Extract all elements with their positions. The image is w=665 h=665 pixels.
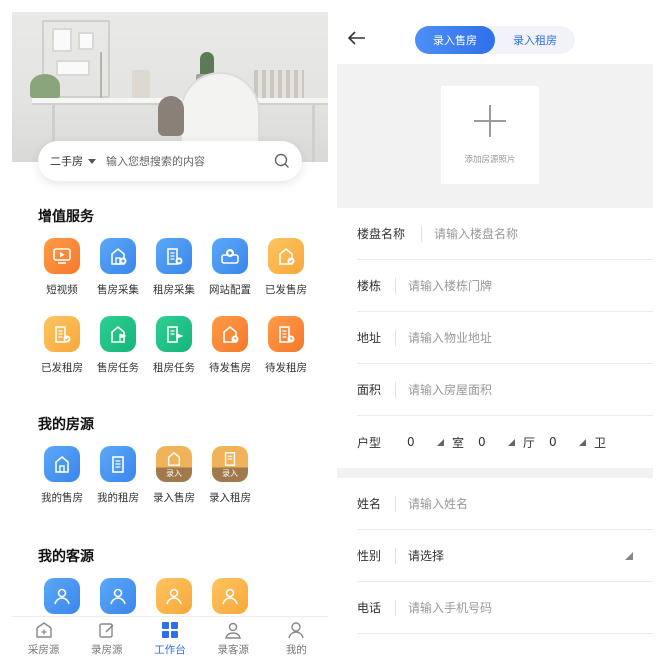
- house-check-icon: [268, 238, 304, 274]
- back-arrow-icon[interactable]: [347, 30, 367, 46]
- house-add-icon: [100, 238, 136, 274]
- service-rent-collect[interactable]: 租房采集: [146, 238, 202, 316]
- tab-collect-listings[interactable]: 采房源: [12, 617, 75, 660]
- section-divider: [337, 468, 653, 478]
- tab-enter-listings[interactable]: 录房源: [75, 617, 138, 660]
- dropdown-triangle-icon: [625, 551, 633, 560]
- baths-select[interactable]: 0 卫: [549, 434, 606, 451]
- top-bar: 录入售房 录入租房: [337, 12, 653, 64]
- dropdown-triangle-icon: [508, 438, 515, 446]
- plus-icon: [474, 105, 506, 137]
- search-type-select[interactable]: 二手房: [50, 153, 106, 169]
- grid-icon: [162, 621, 178, 638]
- listing-my-rent[interactable]: 我的租房: [90, 446, 146, 524]
- service-short-video[interactable]: 短视频: [34, 238, 90, 316]
- area-input[interactable]: 请输入房屋面积: [408, 381, 492, 398]
- address-row: 地址 请输入物业地址: [357, 312, 653, 364]
- dropdown-triangle-icon: [437, 438, 444, 446]
- tab-entry-rent[interactable]: 录入租房: [495, 26, 575, 54]
- house-clock-icon: [212, 316, 248, 352]
- gender-select[interactable]: 请选择: [408, 547, 444, 564]
- listing-entry-sale[interactable]: 录入 录入售房: [146, 446, 202, 524]
- house-flag-icon: [100, 316, 136, 352]
- house-entry-icon: 录入: [156, 446, 192, 482]
- client-user-icon: [44, 578, 80, 614]
- section-title-my-listings: 我的房源: [38, 417, 94, 433]
- building-icon: [100, 446, 136, 482]
- phone-row: 电话 请输入手机号码: [357, 582, 653, 634]
- building-entry-icon: 录入: [212, 446, 248, 482]
- service-rent-task[interactable]: 租房任务: [146, 316, 202, 394]
- estate-name-input[interactable]: 请输入楼盘名称: [434, 225, 518, 242]
- add-photo-button[interactable]: 添加房源照片: [441, 86, 539, 184]
- tab-entry-sale[interactable]: 录入售房: [415, 26, 495, 54]
- client-user-icon: [212, 578, 248, 614]
- photo-area: 添加房源照片: [337, 64, 653, 208]
- halls-select[interactable]: 0 厅: [478, 434, 549, 451]
- listing-type-switch: 录入售房 录入租房: [415, 26, 575, 54]
- phone-input[interactable]: 请输入手机号码: [408, 599, 492, 616]
- house-plus-icon: [35, 621, 52, 638]
- service-pending-rent[interactable]: 待发租房: [258, 316, 314, 394]
- building-input[interactable]: 请输入楼栋门牌: [408, 277, 492, 294]
- client-user-icon: [156, 578, 192, 614]
- bottom-tabbar: 采房源 录房源 工作台 录客源 我的: [12, 616, 328, 660]
- gear-icon: [212, 238, 248, 274]
- tab-enter-clients[interactable]: 录客源: [202, 617, 265, 660]
- house-icon: [44, 446, 80, 482]
- workbench-screen: 二手房 输入您想搜索的内容 增值服务 短视频 售房采集 租房采集 网站配置 已发…: [12, 12, 328, 660]
- person-icon: [288, 621, 305, 638]
- service-sale-collect[interactable]: 售房采集: [90, 238, 146, 316]
- section-title-value-services: 增值服务: [38, 209, 94, 225]
- video-icon: [44, 238, 80, 274]
- user-add-icon: [225, 622, 242, 639]
- edit-icon: [99, 622, 114, 638]
- address-input[interactable]: 请输入物业地址: [408, 329, 492, 346]
- tab-workbench[interactable]: 工作台: [138, 617, 201, 660]
- listing-my-sale[interactable]: 我的售房: [34, 446, 90, 524]
- dropdown-triangle-icon: [579, 438, 586, 446]
- entry-form-screen: 录入售房 录入租房 添加房源照片 楼盘名称 请输入楼盘名称 楼栋 请输入楼栋门牌…: [337, 12, 653, 660]
- area-row: 面积 请输入房屋面积: [357, 364, 653, 416]
- service-pending-sale[interactable]: 待发售房: [202, 316, 258, 394]
- rooms-select[interactable]: 0 室: [407, 434, 478, 451]
- service-site-config[interactable]: 网站配置: [202, 238, 258, 316]
- listing-entry-rent[interactable]: 录入 录入租房: [202, 446, 258, 524]
- name-row: 姓名 请输入姓名: [357, 478, 653, 530]
- layout-row: 户型 0 室 0 厅 0 卫: [357, 434, 607, 451]
- building-flag-icon: [156, 316, 192, 352]
- building-row: 楼栋 请输入楼栋门牌: [357, 260, 653, 312]
- building-add-icon: [156, 238, 192, 274]
- service-sale-task[interactable]: 售房任务: [90, 316, 146, 394]
- banner-image: [12, 12, 328, 162]
- name-input[interactable]: 请输入姓名: [408, 495, 468, 512]
- estate-name-row: 楼盘名称 请输入楼盘名称: [357, 208, 653, 260]
- gender-row: 性别 请选择: [357, 530, 653, 582]
- search-icon[interactable]: [274, 153, 290, 169]
- tab-mine[interactable]: 我的: [265, 617, 328, 660]
- my-listings-grid: 我的售房 我的租房 录入 录入售房 录入 录入租房: [34, 446, 324, 524]
- section-title-my-clients: 我的客源: [38, 549, 94, 565]
- building-check-icon: [44, 316, 80, 352]
- search-input[interactable]: 输入您想搜索的内容: [106, 153, 274, 169]
- search-bar[interactable]: 二手房 输入您想搜索的内容: [38, 141, 302, 181]
- building-clock-icon: [268, 316, 304, 352]
- service-published-rent[interactable]: 已发租房: [34, 316, 90, 394]
- service-published-sale[interactable]: 已发售房: [258, 238, 314, 316]
- value-services-grid: 短视频 售房采集 租房采集 网站配置 已发售房 已发租房 售房任务 租房任务 待…: [34, 238, 324, 394]
- chevron-down-icon: [88, 158, 96, 164]
- client-user-icon: [100, 578, 136, 614]
